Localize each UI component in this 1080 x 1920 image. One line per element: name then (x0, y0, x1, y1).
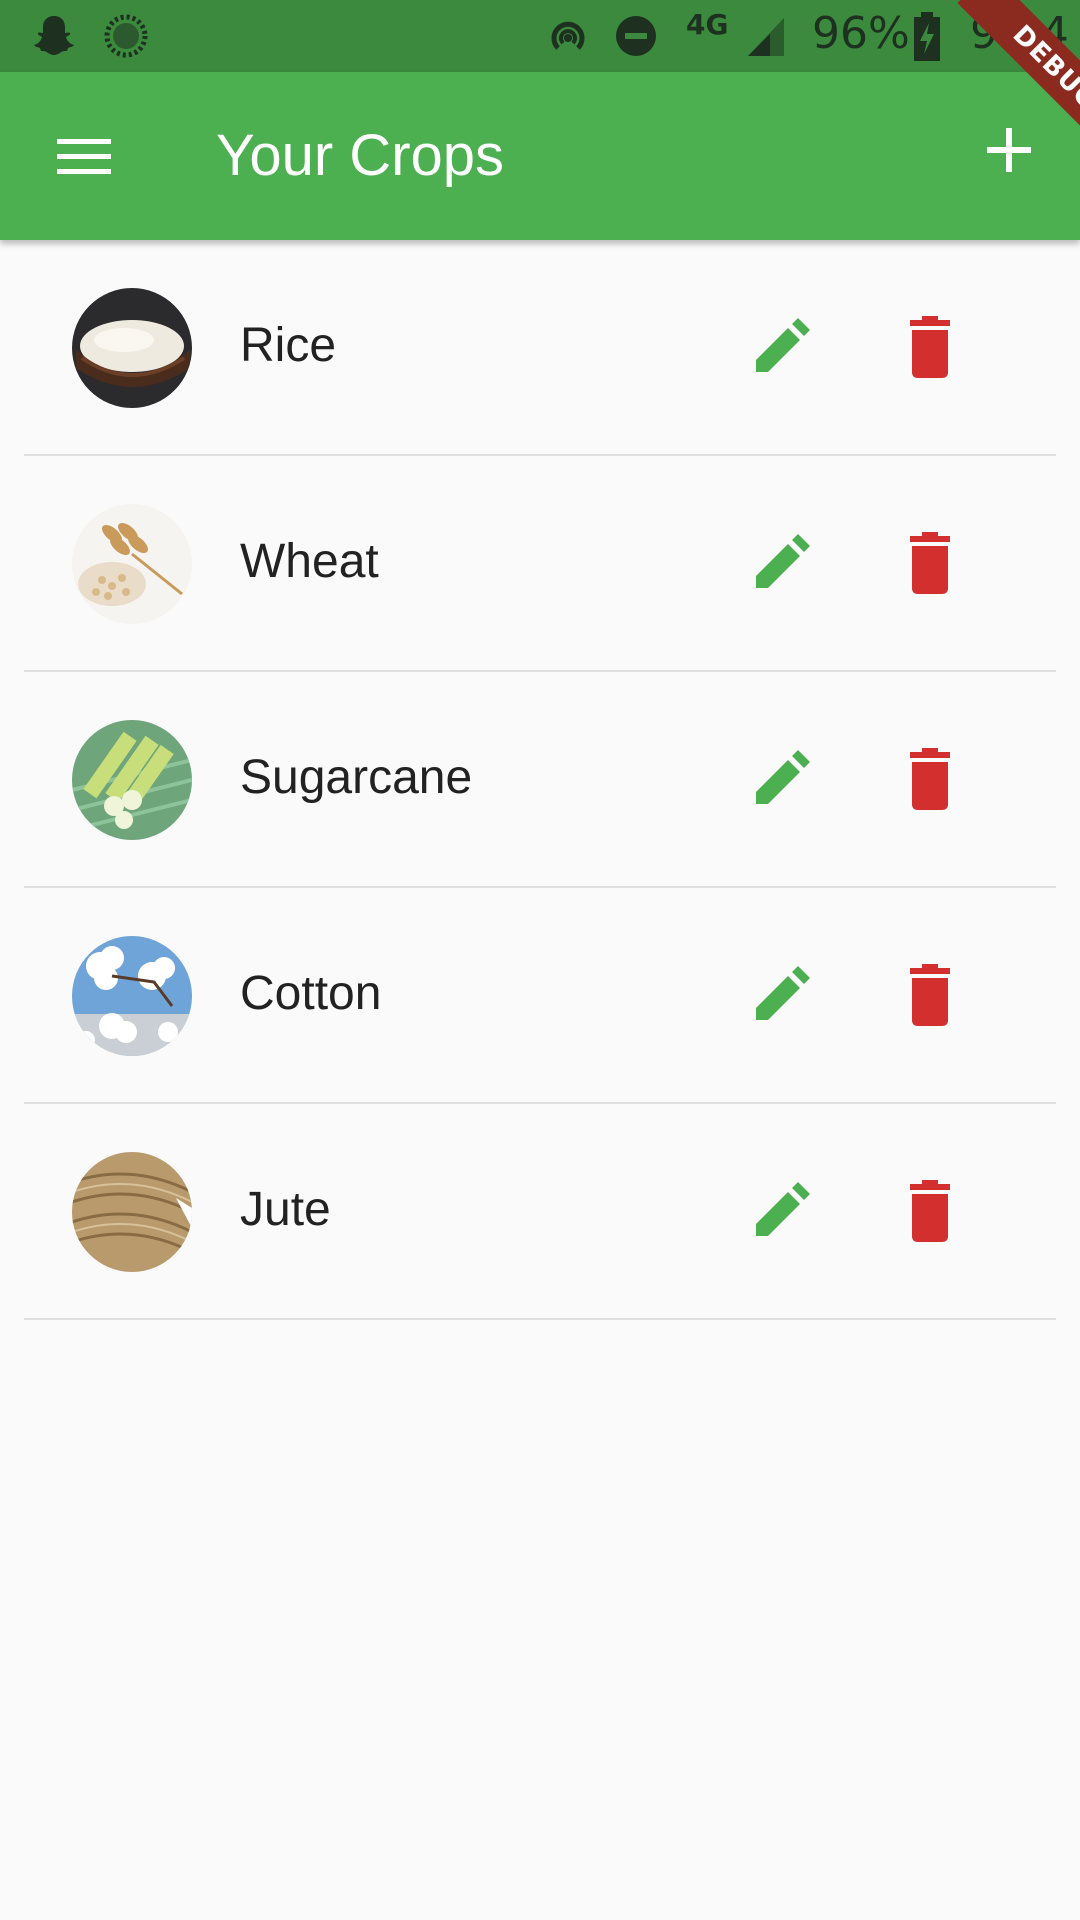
edit-button[interactable] (748, 1180, 812, 1244)
delete-button[interactable] (898, 1180, 962, 1244)
trash-icon (910, 748, 950, 810)
trash-icon (910, 964, 950, 1026)
battery-percent: 96% (812, 8, 910, 59)
page-title: Your Crops (216, 123, 505, 188)
trash-icon (910, 1180, 950, 1242)
cotton-image (72, 936, 192, 1056)
list-item[interactable]: Sugarcane (24, 672, 1056, 888)
menu-button[interactable] (48, 127, 122, 185)
crops-screen: 4G 96% 9:24 Your Crops (0, 0, 1080, 1920)
sugarcane-image (72, 720, 192, 840)
signal-icon (744, 12, 788, 64)
edit-icon (756, 1182, 810, 1236)
status-bar: 4G 96% 9:24 (0, 0, 1080, 72)
app-bar: Your Crops (0, 72, 1080, 240)
delete-button[interactable] (898, 748, 962, 812)
crop-name: Jute (240, 1183, 331, 1236)
jute-image (72, 1152, 192, 1272)
list-item[interactable]: Wheat (24, 456, 1056, 672)
delete-button[interactable] (898, 316, 962, 380)
crop-name: Rice (240, 319, 337, 372)
trash-icon (910, 532, 950, 594)
edit-button[interactable] (748, 964, 812, 1028)
crop-list: Rice Wheat Sugarcane Cotton Jute (24, 240, 1056, 1320)
menu-icon (57, 139, 111, 174)
delete-button[interactable] (898, 964, 962, 1028)
edit-icon (756, 966, 810, 1020)
do-not-disturb-icon (612, 12, 660, 64)
crop-name: Cotton (240, 967, 382, 1020)
list-item[interactable]: Jute (24, 1104, 1056, 1320)
rice-image (72, 288, 192, 408)
battery-charging-icon (912, 12, 942, 66)
edit-icon (756, 534, 810, 588)
list-item[interactable]: Cotton (24, 888, 1056, 1104)
crop-name: Sugarcane (240, 751, 473, 804)
hotspot-icon (544, 12, 592, 64)
edit-button[interactable] (748, 316, 812, 380)
trash-icon (910, 316, 950, 378)
edit-icon (756, 318, 810, 372)
network-type: 4G (686, 8, 729, 41)
wheat-image (72, 504, 192, 624)
crop-name: Wheat (240, 535, 379, 588)
snapchat-icon (30, 12, 78, 64)
add-crop-button[interactable] (978, 119, 1040, 181)
edit-button[interactable] (748, 532, 812, 596)
edit-button[interactable] (748, 748, 812, 812)
loading-icon (102, 12, 150, 64)
list-item[interactable]: Rice (24, 240, 1056, 456)
delete-button[interactable] (898, 532, 962, 596)
add-icon (987, 128, 1031, 172)
edit-icon (756, 750, 810, 804)
